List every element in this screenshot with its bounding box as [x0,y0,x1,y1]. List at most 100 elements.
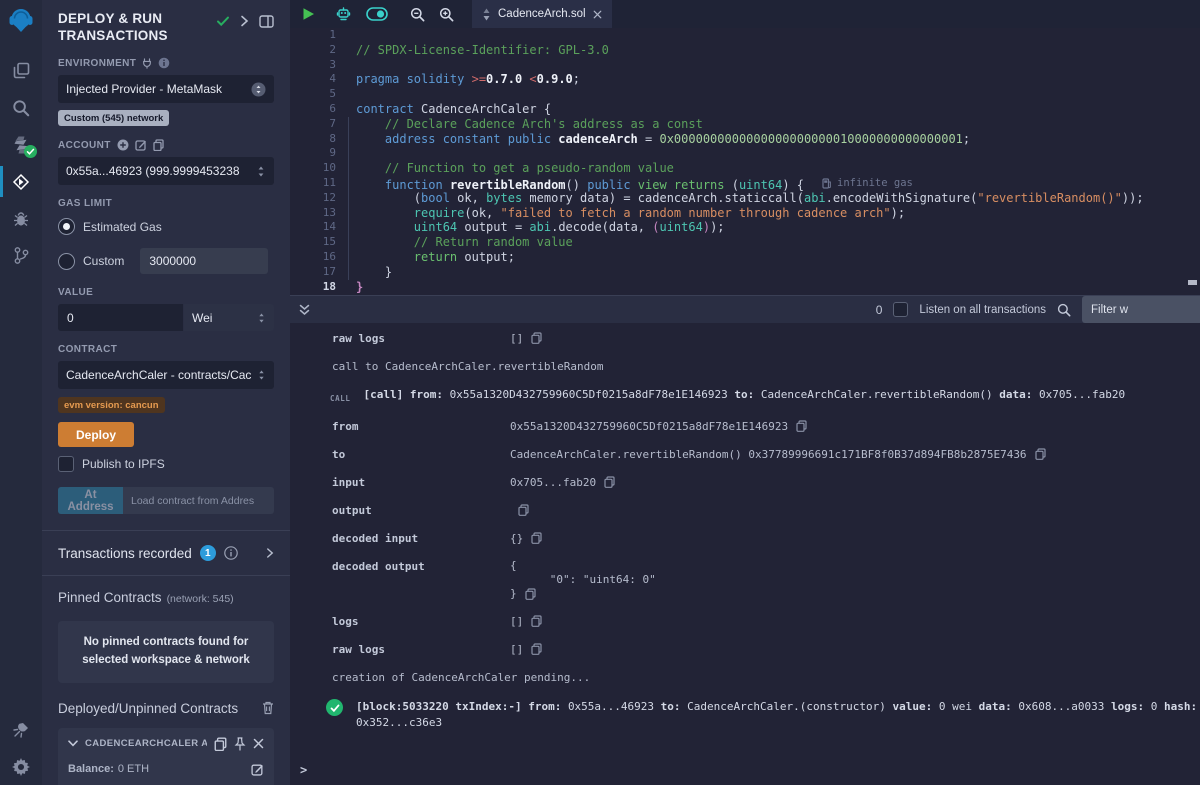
code-line: 18} [290,280,1200,295]
copy-icon[interactable] [531,331,542,344]
line-number: 14 [290,220,336,235]
code-lines: 12// SPDX-License-Identifier: GPL-3.034p… [290,28,1200,294]
custom-gas-input[interactable] [140,248,268,274]
add-account-icon[interactable] [117,139,129,151]
close-tab-icon[interactable] [593,10,602,19]
editor-scrollbar-mark[interactable] [1188,280,1197,285]
terminal-prompt[interactable]: > [300,763,307,777]
code-line: 12 (bool ok, bytes memory data) = cadenc… [290,191,1200,206]
log-call-summary[interactable]: call[call] from: 0x55a1320D432759960C5Df… [290,387,1200,406]
environment-label: ENVIRONMENT [58,57,274,69]
debugger-icon[interactable] [0,200,42,237]
copy-icon[interactable] [531,642,542,655]
solidity-file-icon [482,8,491,21]
contract-instance-name: CADENCEARCHCALER AT 0X3778 [85,738,207,749]
sign-message-icon[interactable] [135,139,147,151]
log-row-logs: logs[] [290,614,1200,629]
compile-check-icon [216,14,230,28]
main-area: CadenceArch.sol 12// SPDX-License-Identi… [290,0,1200,785]
trash-icon[interactable] [262,701,274,715]
at-address-button[interactable]: At Address [58,487,123,514]
transactions-recorded-row[interactable]: Transactions recorded 1 [42,531,290,575]
line-number: 13 [290,206,336,221]
tab-cadencearch-sol[interactable]: CadenceArch.sol [472,0,612,28]
pin-panel-icon[interactable] [259,15,274,28]
chevron-right-icon[interactable] [240,15,249,27]
line-number: 17 [290,265,336,280]
code-line: 7 // Declare Cadence Arch's address as a… [290,117,1200,132]
deployed-contract-card: CADENCEARCHCALER AT 0X3778 Balance: 0 ET… [58,728,274,785]
log-row-raw-logs: raw logs[] [290,331,1200,346]
copy-account-icon[interactable] [153,139,164,151]
transactions-count-badge: 1 [200,545,216,561]
listen-all-transactions-checkbox[interactable] [893,302,908,317]
publish-ipfs-checkbox[interactable] [58,456,74,472]
zoom-in-icon[interactable] [439,7,454,22]
success-check-icon [326,699,343,716]
deploy-run-icon[interactable] [0,163,42,200]
settings-icon[interactable] [0,748,42,785]
copy-icon[interactable] [531,531,542,544]
panel-title: DEPLOY & RUN TRANSACTIONS [58,10,168,44]
custom-gas-radio[interactable] [58,253,75,270]
deploy-button[interactable]: Deploy [58,422,134,447]
code-line: 17 } [290,265,1200,280]
log-block-summary[interactable]: [block:5033220 txIndex:-] from: 0x55a...… [290,699,1200,731]
contract-select[interactable]: CadenceArchCaler - contracts/Cac [58,361,274,389]
copy-icon[interactable] [796,419,807,432]
no-pinned-contracts-message: No pinned contracts found for selected w… [58,621,274,683]
ai-copilot-toggle-icon[interactable] [366,7,388,21]
line-number: 18 [290,280,336,295]
deployed-contracts-title: Deployed/Unpinned Contracts [58,701,238,716]
solidity-compiler-icon[interactable] [0,126,42,163]
collapse-terminal-icon[interactable] [299,304,310,316]
estimated-gas-radio[interactable] [58,218,75,235]
line-number: 15 [290,235,336,250]
at-address-input[interactable] [123,487,274,514]
plugin-manager-icon[interactable] [0,711,42,748]
info-icon[interactable] [224,546,238,560]
code-line: 14 uint64 output = abi.decode(data, (uin… [290,220,1200,235]
copy-icon[interactable] [604,475,615,488]
terminal: 0 Listen on all transactions raw logs[]c… [290,295,1200,785]
code-line: 15 // Return random value [290,235,1200,250]
gas-pump-icon [822,178,832,189]
copy-icon[interactable] [1035,447,1046,460]
zoom-out-icon[interactable] [410,7,425,22]
account-select[interactable]: 0x55a...46923 (999.9999453238 [58,157,274,185]
chevron-right-icon[interactable] [266,547,274,559]
run-script-play-icon[interactable] [302,7,315,21]
terminal-filter-input[interactable] [1082,296,1200,323]
copy-icon[interactable] [525,587,536,601]
deploy-run-panel: DEPLOY & RUN TRANSACTIONS ENVIRONME [42,0,290,785]
value-input[interactable]: 0 [58,304,183,331]
search-terminal-icon[interactable] [1057,303,1071,317]
close-icon[interactable] [253,738,264,749]
copy-icon[interactable] [518,503,529,516]
code-editor[interactable]: 12// SPDX-License-Identifier: GPL-3.034p… [290,28,1200,295]
code-line: 1 [290,28,1200,43]
environment-select[interactable]: Injected Provider - MetaMask [58,75,274,103]
chevron-down-icon[interactable] [68,740,78,747]
value-unit-select[interactable]: Wei [184,304,274,331]
transaction-count: 0 [876,303,883,317]
transactions-recorded-label: Transactions recorded [58,546,192,561]
git-icon[interactable] [0,237,42,274]
ai-assistant-robot-icon[interactable] [335,6,352,22]
plug-icon[interactable] [142,58,152,69]
remix-logo-icon[interactable] [5,4,37,36]
copy-icon[interactable] [531,614,542,627]
edit-balance-icon[interactable] [251,763,264,776]
code-line: 10 // Function to get a pseudo-random va… [290,161,1200,176]
line-number: 9 [290,146,336,161]
info-icon[interactable] [158,57,170,69]
line-number: 6 [290,102,336,117]
file-explorer-icon[interactable] [0,52,42,89]
account-label: ACCOUNT [58,139,274,151]
pinned-contracts-title: Pinned Contracts [58,590,162,605]
balance-label: Balance: [68,763,114,775]
code-line: 11 function revertibleRandom() public vi… [290,176,1200,191]
search-icon[interactable] [0,89,42,126]
copy-icon[interactable] [214,737,227,751]
pin-icon[interactable] [234,737,246,751]
